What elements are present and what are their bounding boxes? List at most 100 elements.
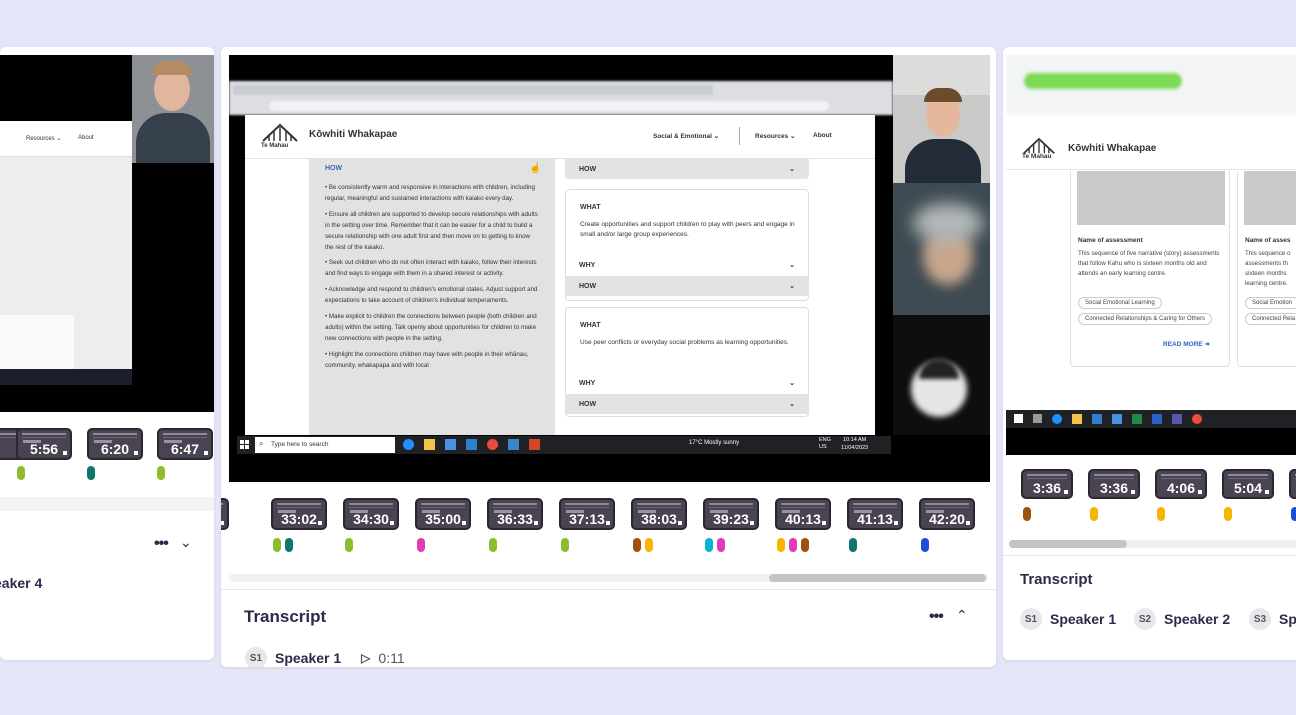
left-thumb[interactable]: 6:20 xyxy=(87,428,143,460)
word-icon[interactable] xyxy=(1152,414,1162,424)
chevron-up-icon[interactable]: ⌃ xyxy=(956,607,968,624)
thumbnail-time: 42:20 xyxy=(929,511,965,527)
speaker-marker xyxy=(1291,507,1296,521)
timeline-thumbnail[interactable]: 4:06 xyxy=(1155,469,1207,499)
left-thumb[interactable]: 5:56 xyxy=(16,428,72,460)
bullet-item: • Highlight the connections children may… xyxy=(325,350,529,369)
speaker-name[interactable]: Speaker 1 xyxy=(275,650,341,666)
speaker-marker xyxy=(777,538,785,552)
assessment-card[interactable]: Name of asses This sequence o assessment… xyxy=(1237,171,1296,367)
site-header: Te Mahau Kōwhiti Whakapae Social & Emoti… xyxy=(245,115,875,159)
powerpoint-icon[interactable] xyxy=(529,439,540,450)
store-icon[interactable] xyxy=(1112,414,1122,424)
chevron-down-icon[interactable]: ⌄ xyxy=(180,534,192,551)
chevron-down-icon: ⌄ xyxy=(789,283,795,290)
chrome-icon[interactable] xyxy=(1192,414,1202,424)
play-icon[interactable]: ▷ xyxy=(361,651,370,665)
photos-icon[interactable] xyxy=(508,439,519,450)
timeline-thumbnail[interactable]: 3:36 xyxy=(1021,469,1073,499)
nav-social-emotional[interactable]: Social & Emotional ⌄ xyxy=(653,132,719,140)
site-title: Kōwhiti Whakapae xyxy=(1068,143,1157,154)
read-more-link[interactable]: READ MORE ➜ xyxy=(1163,340,1210,348)
edge-icon[interactable] xyxy=(1052,414,1062,424)
timeline-thumbnail[interactable]: 42:20 xyxy=(919,498,975,530)
speaker-name[interactable]: Sp xyxy=(1279,611,1296,627)
site-logo xyxy=(261,123,299,143)
timeline-thumbnail[interactable]: 40:13 xyxy=(775,498,831,530)
timeline-thumbnail[interactable]: 35:00 xyxy=(415,498,471,530)
accordion-how[interactable]: HOW ⌄ xyxy=(565,276,809,296)
accordion-label: HOW xyxy=(579,400,597,408)
chrome-icon[interactable] xyxy=(487,439,498,450)
speaker-marker xyxy=(1090,507,1098,521)
bullet-item: • Seek out children who do not often int… xyxy=(325,259,537,278)
teams-icon[interactable] xyxy=(1172,414,1182,424)
right-video[interactable]: Te Mahau Kōwhiti Whakapae Name of assess… xyxy=(1006,55,1296,455)
timeline-thumbnail[interactable]: 3:36 xyxy=(1088,469,1140,499)
speaker-name[interactable]: Speaker 2 xyxy=(1164,611,1230,627)
speaker-marker xyxy=(645,538,653,552)
more-options-icon[interactable]: ••• xyxy=(929,608,944,626)
browser-chrome xyxy=(229,81,893,115)
accordion-how[interactable]: HOW ⌄ xyxy=(565,159,809,179)
speaker-marker xyxy=(717,538,725,552)
timeline-thumbnail[interactable]: 5:04 xyxy=(1222,469,1274,499)
center-video[interactable]: Te Mahau Kōwhiti Whakapae Social & Emoti… xyxy=(229,55,990,482)
participant-camera-2 xyxy=(893,183,990,315)
left-video[interactable]: Resources ⌄ About xyxy=(0,55,214,412)
windows-start-icon[interactable] xyxy=(240,440,249,449)
thumbnail-time: 41:13 xyxy=(857,511,893,527)
speaker-name[interactable]: Speaker 1 xyxy=(1050,611,1116,627)
taskbar-weather: 17°C Mostly sunny xyxy=(689,440,740,446)
scrollbar-thumb[interactable] xyxy=(1009,540,1127,548)
folder-icon[interactable] xyxy=(1072,414,1082,424)
left-nav-about: About xyxy=(78,135,94,141)
tag[interactable]: Connected Rela xyxy=(1245,313,1296,325)
left-thumb[interactable]: 6:47 xyxy=(157,428,213,460)
timeline-thumbnail[interactable]: 2 xyxy=(221,498,229,530)
search-icon: ⌕ xyxy=(259,439,264,448)
store-icon[interactable] xyxy=(445,439,456,450)
taskbar-time: 10:14 AM xyxy=(843,437,867,443)
scrollbar-thumb[interactable] xyxy=(769,574,986,582)
tag[interactable]: Social Emotional Learning xyxy=(1078,297,1162,309)
timeline-thumbnail[interactable]: 41:13 xyxy=(847,498,903,530)
tag[interactable]: Social Emotion xyxy=(1245,297,1296,309)
taskbar-search[interactable]: ⌕ Type here to search xyxy=(255,437,395,453)
timeline-thumbnail[interactable]: 37:13 xyxy=(559,498,615,530)
mail-icon[interactable] xyxy=(466,439,477,450)
nav-about[interactable]: About xyxy=(813,132,832,139)
right-panel: Te Mahau Kōwhiti Whakapae Name of assess… xyxy=(1003,47,1296,660)
thumbnail-time: 36:33 xyxy=(497,511,533,527)
how-bullets: • Be consistently warm and responsive in… xyxy=(325,183,539,372)
edge-icon[interactable] xyxy=(403,439,414,450)
task-view-icon[interactable] xyxy=(1033,414,1042,423)
thumbnail-time: 33:02 xyxy=(281,511,317,527)
timeline-thumbnail[interactable]: 5:04 xyxy=(1289,469,1296,499)
windows-start-icon[interactable] xyxy=(1014,414,1023,423)
tag[interactable]: Connected Relationships & Caring for Oth… xyxy=(1078,313,1213,325)
site-logo-text: Te Mahau xyxy=(261,143,289,149)
accordion-how[interactable]: HOW ⌄ xyxy=(565,394,809,414)
accordion-why[interactable]: WHY ⌄ xyxy=(565,373,809,393)
timeline-thumbnail[interactable]: 39:23 xyxy=(703,498,759,530)
speaker-name: eaker 4 xyxy=(0,575,43,591)
timeline-thumbnail[interactable]: 33:02 xyxy=(271,498,327,530)
cursor-icon: ☝ xyxy=(529,163,542,174)
left-shared-screen: Resources ⌄ About xyxy=(0,121,132,385)
more-options-icon[interactable]: ••• xyxy=(154,535,169,553)
nav-resources[interactable]: Resources ⌄ xyxy=(755,132,796,140)
speaker-marker xyxy=(273,538,281,552)
excel-icon[interactable] xyxy=(1132,414,1142,424)
timeline-thumbnail[interactable]: 38:03 xyxy=(631,498,687,530)
participant-camera-3 xyxy=(893,315,990,435)
thumbnail-time: 34:30 xyxy=(353,511,389,527)
folder-icon[interactable] xyxy=(424,439,435,450)
timeline-thumbnail[interactable]: 36:33 xyxy=(487,498,543,530)
timeline-thumbnail[interactable]: 34:30 xyxy=(343,498,399,530)
windows-taskbar: ⌕ Type here to search 17°C Mostly sunny … xyxy=(237,436,891,454)
assessment-card[interactable]: Name of assessment This sequence of five… xyxy=(1070,171,1230,367)
outlook-icon[interactable] xyxy=(1092,414,1102,424)
accordion-why[interactable]: WHY ⌄ xyxy=(565,255,809,275)
left-panel: Resources ⌄ About 5:56 6:20 6:47 ••• ⌄ e… xyxy=(0,47,214,660)
